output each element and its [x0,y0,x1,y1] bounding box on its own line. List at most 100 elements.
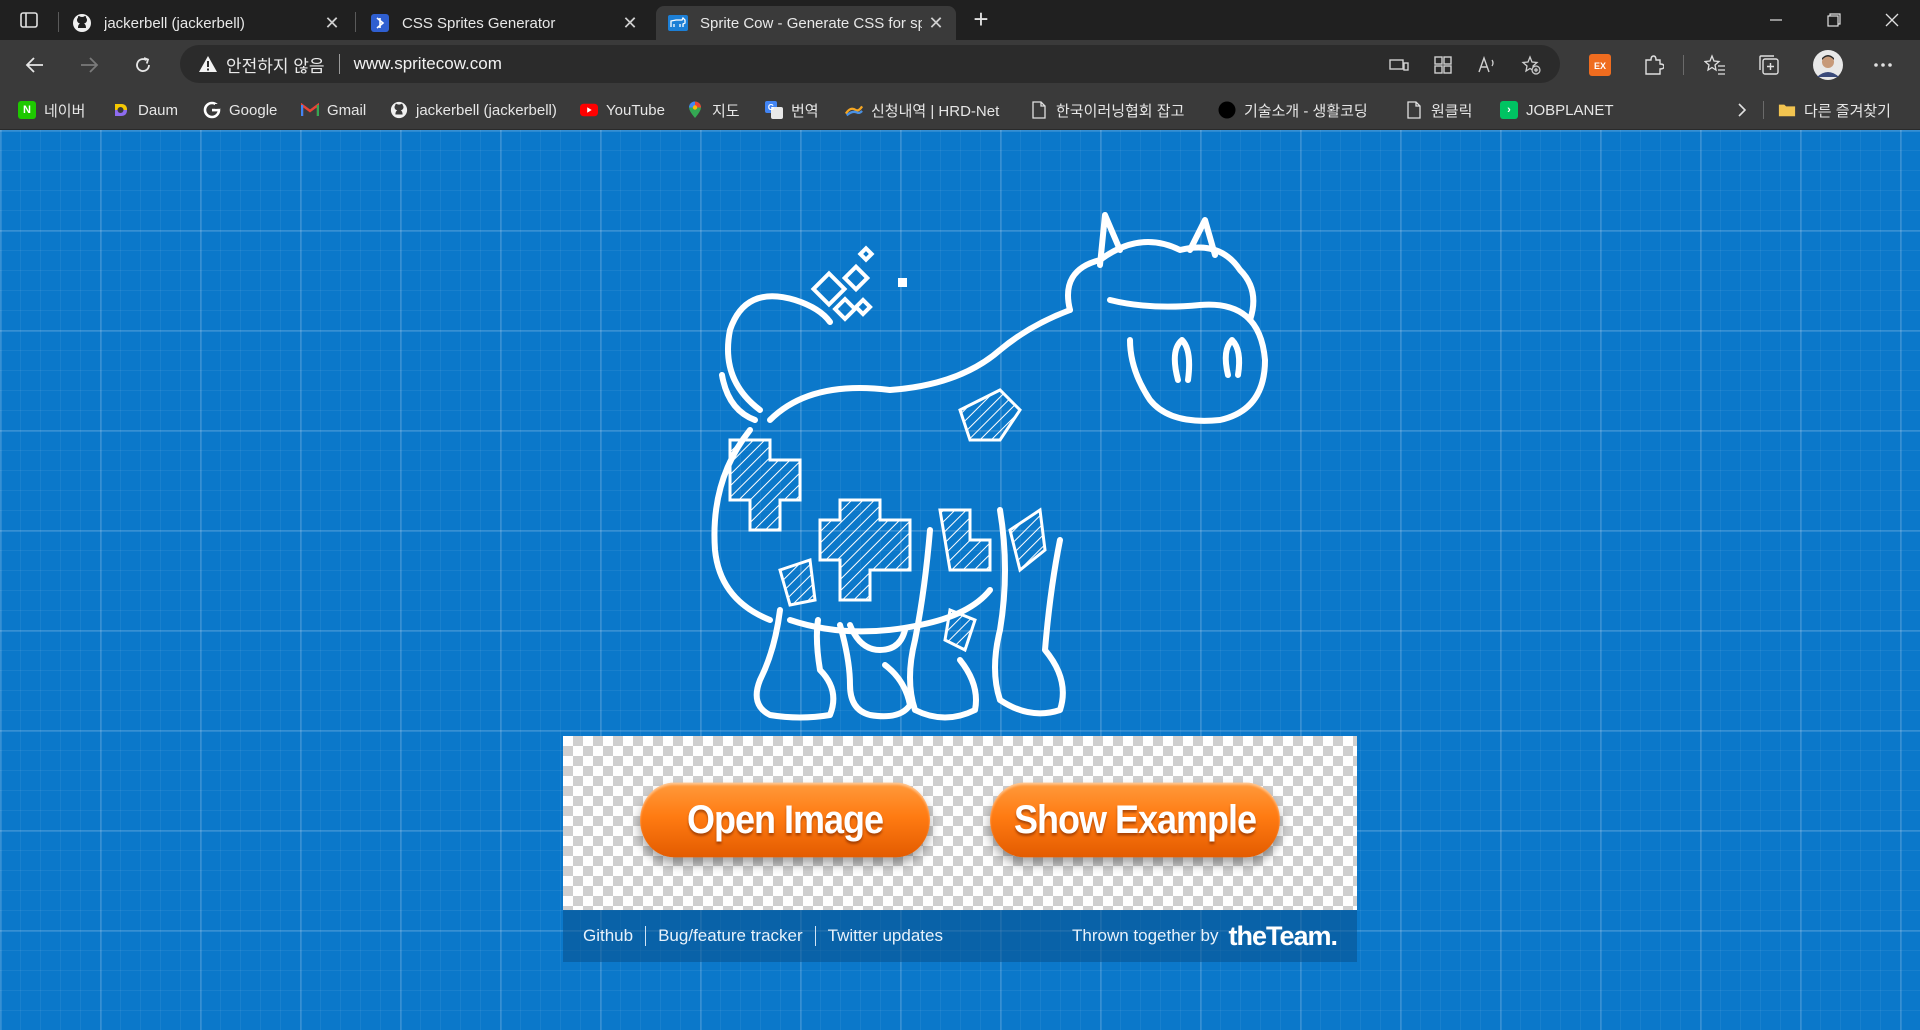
the-team-logo[interactable]: theTeam. [1228,921,1338,952]
credit: Thrown together by theTeam. [1072,921,1338,952]
bookmark-github[interactable]: jackerbell (jackerbell) [390,98,557,122]
close-icon[interactable]: ✕ [922,13,950,34]
twitter-link[interactable]: Twitter updates [828,926,943,946]
svg-text:EX: EX [1594,61,1606,71]
github-icon [72,13,92,33]
bookmark-maps[interactable]: 지도 [686,98,740,122]
folder-icon [1778,101,1796,119]
bookmark-label: Daum [138,101,179,119]
close-window-button[interactable] [1864,0,1920,40]
address-bar[interactable]: 안전하지 않음 www.spritecow.com [180,45,1560,83]
bookmarks-bar: N 네이버 Daum Google Gmail jackerbell (jack… [0,90,1920,130]
url-text[interactable]: www.spritecow.com [354,54,502,74]
security-status[interactable]: 안전하지 않음 [226,52,325,77]
footer-separator [645,926,647,946]
tab-sprite-cow[interactable]: Sprite Cow - Generate CSS for sp ✕ [656,6,956,40]
svg-text:G: G [768,103,774,112]
other-favorites-label: 다른 즐겨찾기 [1804,102,1891,120]
sprite-cow-logo [711,212,1268,721]
extensions-puzzle-icon[interactable] [1640,52,1666,78]
open-image-button[interactable]: Open Image [640,782,930,858]
jobplanet-icon: › [1500,101,1518,119]
more-options-icon[interactable] [1870,52,1896,78]
bookmark-label: 번역 [791,102,819,120]
google-icon [203,101,221,119]
bookmark-jobplanet[interactable]: › JOBPLANET [1500,98,1614,122]
new-tab-button[interactable]: + [966,4,996,34]
tab-github[interactable]: jackerbell (jackerbell) ✕ [60,6,352,40]
translate-icon: G [765,101,783,119]
bookmarks-separator [1763,101,1764,119]
bookmark-google[interactable]: Google [203,98,277,122]
opentutorials-icon [1218,101,1236,119]
favorites-icon[interactable] [1702,52,1728,78]
bookmark-opentutorials[interactable]: 기술소개 - 생활코딩 [1218,98,1368,122]
page-footer: Github Bug/feature tracker Twitter updat… [563,910,1357,962]
action-panel: Open Image Show Example [563,736,1357,910]
maps-icon [686,101,704,119]
minimize-button[interactable] [1748,0,1804,40]
close-icon[interactable]: ✕ [318,13,346,34]
apps-icon[interactable] [1432,54,1454,76]
device-icon[interactable] [1388,54,1410,76]
bug-tracker-link[interactable]: Bug/feature tracker [658,926,803,946]
avatar[interactable] [1812,49,1844,81]
browser-toolbar: 안전하지 않음 www.spritecow.com EX [0,40,1920,90]
refresh-button[interactable] [126,48,160,82]
bookmark-elearning-job[interactable]: 한국이러닝협회 잡고 [1030,98,1184,122]
bookmarks-overflow-chevron-icon[interactable] [1736,98,1748,122]
tab-title: CSS Sprites Generator [402,14,556,32]
bookmark-label: Google [229,101,278,119]
tab-separator [355,12,356,32]
bookmark-label: YouTube [606,101,665,119]
tab-strip: jackerbell (jackerbell) ✕ CSS Sprites Ge… [0,0,1920,40]
toolbar-separator [1683,55,1684,75]
tab-actions-icon[interactable] [16,8,42,32]
bookmark-label: 기술소개 - 생활코딩 [1244,102,1368,120]
bookmark-label: 네이버 [44,102,86,120]
bookmark-label: 한국이러닝협회 잡고 [1056,102,1185,120]
forward-button[interactable] [72,48,106,82]
github-icon [390,101,408,119]
naver-icon: N [18,101,36,119]
warning-icon[interactable] [198,55,218,73]
collections-icon[interactable] [1756,52,1782,78]
page-icon [1405,101,1423,119]
add-favorite-icon[interactable] [1520,54,1542,76]
sprites-generator-icon [370,13,390,33]
bookmark-label: 지도 [712,102,740,120]
read-aloud-icon[interactable] [1476,54,1498,76]
credit-text: Thrown together by [1072,926,1219,945]
bookmark-gmail[interactable]: Gmail [301,98,366,122]
youtube-icon [580,101,598,119]
github-link[interactable]: Github [583,926,633,946]
bookmark-label: Gmail [327,101,367,119]
other-favorites-folder[interactable]: 다른 즐겨찾기 [1778,98,1891,122]
page-content: Open Image Show Example Github Bug/featu… [0,130,1920,1030]
close-icon[interactable]: ✕ [616,13,644,34]
back-button[interactable] [18,48,52,82]
tab-title: Sprite Cow - Generate CSS for sp [700,14,922,32]
extension-ex-icon[interactable]: EX [1587,52,1613,78]
page-icon [1030,101,1048,119]
bookmark-youtube[interactable]: YouTube [580,98,665,122]
bookmark-daum[interactable]: Daum [112,98,178,122]
address-separator [338,54,340,74]
bookmark-oneclick[interactable]: 원클릭 [1405,98,1472,122]
bookmark-label: 원클릭 [1431,102,1473,120]
bookmark-translate[interactable]: G 번역 [765,98,819,122]
daum-icon [112,101,130,119]
tab-separator [58,12,59,32]
show-example-button[interactable]: Show Example [990,782,1280,858]
bookmark-naver[interactable]: N 네이버 [18,98,85,122]
bookmark-hrdnet[interactable]: 신청내역 | HRD-Net [845,98,999,122]
tab-title: jackerbell (jackerbell) [104,14,245,32]
bookmark-label: jackerbell (jackerbell) [416,101,557,119]
restore-button[interactable] [1806,0,1862,40]
bookmark-label: JOBPLANET [1526,101,1614,119]
hrdnet-icon [845,101,863,119]
gmail-icon [301,101,319,119]
bookmark-label: 신청내역 | HRD-Net [871,102,1000,120]
tab-css-sprites-generator[interactable]: CSS Sprites Generator ✕ [358,6,650,40]
sprite-cow-icon [668,13,688,33]
